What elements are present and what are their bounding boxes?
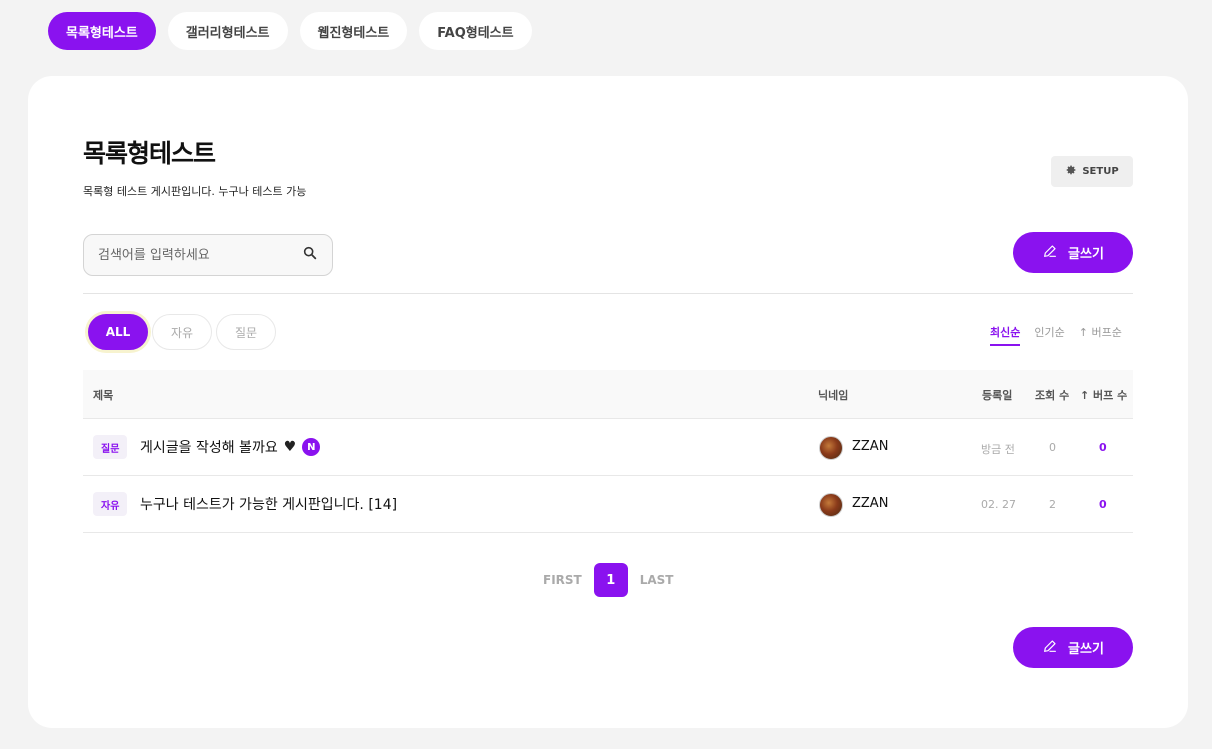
board-card: 목록형테스트 목록형 테스트 게시판입니다. 누구나 테스트 가능 SETUP …: [28, 76, 1188, 728]
sort-buff[interactable]: ↑ 버프순: [1079, 324, 1122, 346]
table-row[interactable]: 자유 누구나 테스트가 가능한 게시판입니다. [14] ZZAN 02. 27…: [83, 476, 1133, 533]
write-button-bottom[interactable]: 글쓰기: [1013, 627, 1133, 668]
page-title: 목록형테스트: [83, 139, 216, 168]
table-row[interactable]: 질문 게시글을 작성해 볼까요 ♥ N ZZAN 방금 전 0 0: [83, 419, 1133, 476]
write-button-top[interactable]: 글쓰기: [1013, 232, 1133, 273]
post-date: 02. 27: [981, 498, 1016, 511]
write-label: 글쓰기: [1068, 642, 1104, 657]
board-description: 목록형 테스트 게시판입니다. 누구나 테스트 가능: [83, 185, 307, 198]
current-page[interactable]: 1: [593, 563, 628, 597]
category-badge: 자유: [93, 492, 128, 516]
category-all[interactable]: ALL: [88, 314, 148, 350]
view-count: 0: [1049, 441, 1056, 454]
pencil-icon: [1042, 638, 1058, 658]
author-nickname[interactable]: ZZAN: [852, 439, 888, 454]
divider: [83, 293, 1133, 294]
post-subject[interactable]: 누구나 테스트가 가능한 게시판입니다. [14]: [140, 494, 397, 514]
category-question[interactable]: 질문: [216, 314, 276, 350]
heart-icon: ♥: [283, 439, 297, 455]
header-nickname: 닉네임: [818, 389, 849, 402]
category-free[interactable]: 자유: [152, 314, 212, 350]
header-views: 조회 수: [1035, 389, 1070, 402]
category-badge: 질문: [93, 435, 128, 459]
board-tabs: 목록형테스트 갤러리형테스트 웹진형테스트 FAQ형테스트: [48, 12, 532, 50]
category-filter: ALL 자유 질문: [88, 314, 276, 350]
pagination: FIRST 1 LAST: [543, 563, 674, 597]
gear-icon: [1065, 164, 1077, 179]
header-date: 등록일: [982, 389, 1013, 402]
post-title: 누구나 테스트가 가능한 게시판입니다. [14]: [140, 497, 398, 513]
new-badge: N: [302, 438, 321, 456]
first-page-link[interactable]: FIRST: [543, 573, 582, 587]
search-box: [83, 234, 333, 276]
setup-label: SETUP: [1082, 166, 1119, 177]
view-count: 2: [1049, 498, 1056, 511]
search-input[interactable]: [98, 247, 302, 263]
header-buffs: ↑ 버프 수: [1080, 389, 1128, 402]
post-title: 게시글을 작성해 볼까요: [140, 440, 278, 456]
tab-webzine-test[interactable]: 웹진형테스트: [299, 12, 408, 50]
sort-latest[interactable]: 최신순: [990, 324, 1021, 346]
table-header: 제목 닉네임 등록일 조회 수 ↑ 버프 수: [83, 370, 1133, 419]
sort-popular[interactable]: 인기순: [1034, 324, 1064, 346]
setup-button[interactable]: SETUP: [1051, 156, 1133, 187]
tab-list-test[interactable]: 목록형테스트: [48, 12, 156, 50]
author-nickname[interactable]: ZZAN: [852, 496, 888, 511]
sort-options: 최신순 인기순 ↑ 버프순: [990, 324, 1122, 346]
search-icon[interactable]: [302, 245, 318, 265]
tab-gallery-test[interactable]: 갤러리형테스트: [167, 12, 288, 50]
post-date: 방금 전: [981, 443, 1015, 456]
avatar: [819, 436, 843, 460]
write-label: 글쓰기: [1068, 247, 1104, 262]
tab-faq-test[interactable]: FAQ형테스트: [419, 12, 532, 50]
pencil-icon: [1042, 243, 1058, 263]
last-page-link[interactable]: LAST: [640, 573, 674, 587]
header-subject: 제목: [93, 389, 114, 402]
buff-count: 0: [1099, 498, 1107, 511]
buff-count: 0: [1099, 441, 1107, 454]
post-subject[interactable]: 게시글을 작성해 볼까요 ♥ N: [140, 437, 321, 457]
avatar: [819, 493, 843, 517]
